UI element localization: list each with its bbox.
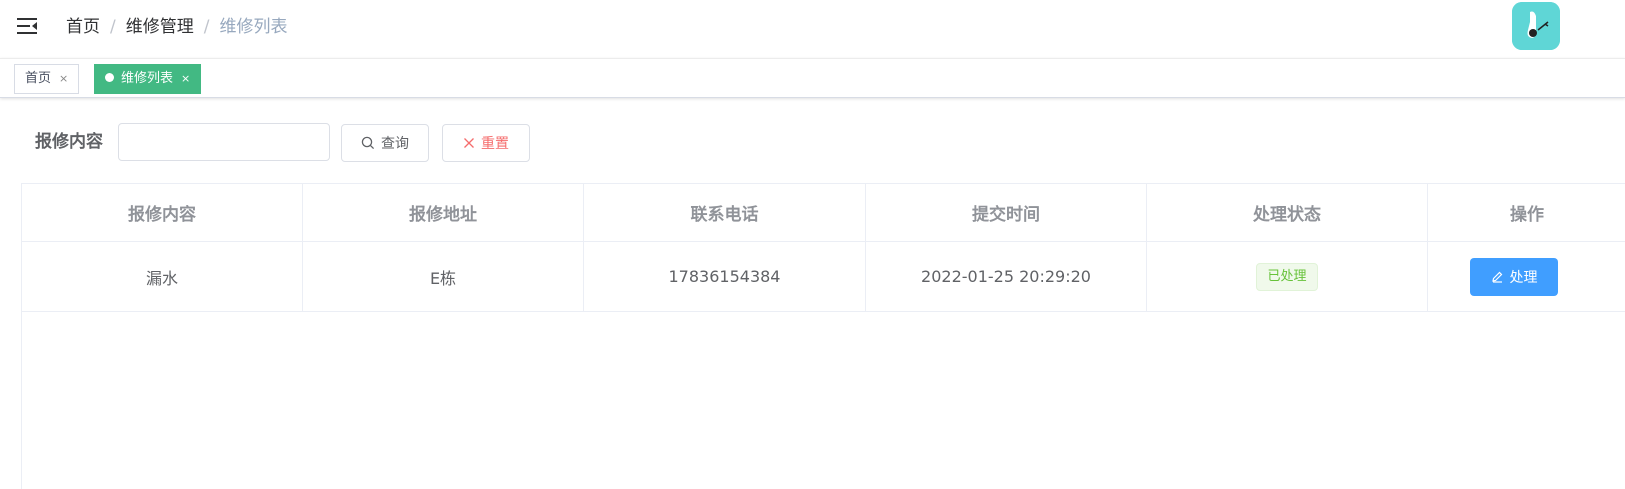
breadcrumb-item-home[interactable]: 首页 (66, 16, 100, 38)
search-button[interactable]: 查询 (341, 124, 429, 162)
cell-action: 处理 (1428, 242, 1625, 312)
reset-button[interactable]: 重置 (442, 124, 530, 162)
cell-time: 2022-01-25 20:29:20 (866, 242, 1147, 312)
navbar: 首页 / 维修管理 / 维修列表 (0, 0, 1625, 56)
search-button-label: 查询 (381, 136, 409, 152)
hamburger-fold-icon[interactable] (17, 16, 37, 36)
status-badge: 已处理 (1256, 262, 1318, 291)
column-header-address: 报修地址 (303, 184, 584, 242)
tag-home[interactable]: 首页 × (14, 64, 80, 94)
repair-table: 报修内容 报修地址 联系电话 提交时间 处理状态 操作 漏水 E栋 178361… (21, 183, 1625, 489)
user-avatar-icon[interactable] (1512, 2, 1560, 50)
repair-content-input[interactable] (118, 123, 330, 161)
handle-button[interactable]: 处理 (1470, 257, 1558, 296)
close-icon[interactable]: × (59, 72, 68, 85)
tags-view: 首页 × 维修列表 × (0, 58, 1625, 98)
cell-status: 已处理 (1147, 242, 1428, 312)
cell-address: E栋 (303, 242, 584, 312)
tag-label: 维修列表 (121, 71, 174, 86)
column-header-content: 报修内容 (22, 184, 303, 242)
handle-button-label: 处理 (1509, 269, 1538, 286)
table-row: 漏水 E栋 17836154384 2022-01-25 20:29:20 已处… (22, 242, 1625, 312)
breadcrumb-item-repair-list: 维修列表 (219, 17, 288, 37)
breadcrumb-separator: / (203, 17, 210, 37)
edit-icon (1491, 270, 1504, 283)
reset-button-label: 重置 (481, 136, 509, 152)
tag-repair-list[interactable]: 维修列表 × (94, 64, 202, 94)
cell-content: 漏水 (22, 242, 303, 312)
breadcrumb-item-repair-management[interactable]: 维修管理 (126, 16, 194, 38)
column-header-action: 操作 (1428, 184, 1625, 242)
breadcrumb-separator: / (110, 17, 116, 37)
active-dot-icon (105, 73, 114, 82)
search-label: 报修内容 (35, 132, 103, 152)
search-icon (361, 136, 375, 150)
column-header-time: 提交时间 (866, 184, 1147, 242)
close-icon (463, 137, 475, 149)
close-icon[interactable]: × (181, 72, 190, 85)
breadcrumb: 首页 / 维修管理 / 维修列表 (66, 16, 287, 38)
cell-phone: 17836154384 (584, 242, 866, 312)
tag-label: 首页 (25, 71, 52, 86)
column-header-status: 处理状态 (1147, 184, 1428, 242)
column-header-phone: 联系电话 (584, 184, 866, 242)
table-header: 报修内容 报修地址 联系电话 提交时间 处理状态 操作 (22, 184, 1625, 242)
